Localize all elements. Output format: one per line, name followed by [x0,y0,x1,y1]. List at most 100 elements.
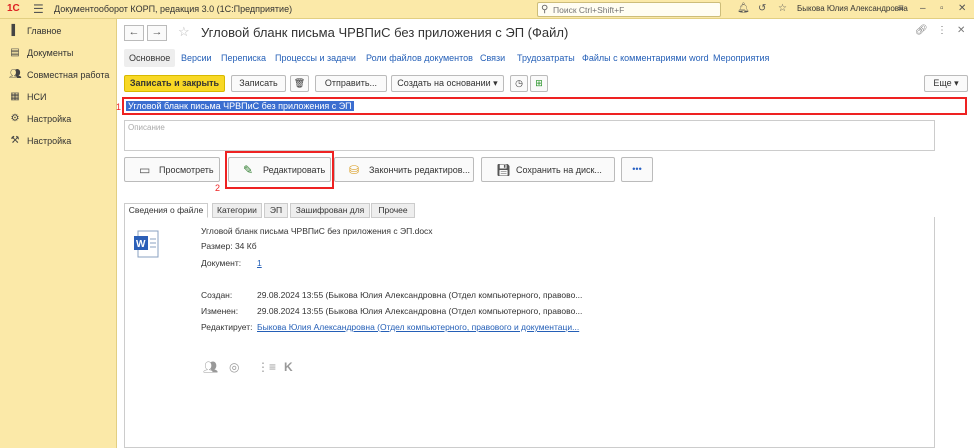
sidebar-item-label: Совместная работа [27,70,110,80]
send-button[interactable]: Отправить... [315,75,387,92]
tab-versions[interactable]: Версии [181,49,212,67]
tab-processes[interactable]: Процессы и задачи [275,49,356,67]
favorite-star-icon[interactable]: ☆ [178,24,190,40]
app-title: Документооборот КОРП, редакция 3.0 (1С:П… [54,4,293,14]
save-button[interactable]: Записать [231,75,286,92]
k-icon[interactable]: K [284,360,293,374]
menu-icon[interactable]: ☰ [33,2,44,16]
created-value: 29.08.2024 13:55 (Быкова Юлия Александро… [257,290,583,300]
create-based-label: Создать на основании [397,78,491,88]
view-label: Просмотреть [159,165,214,175]
search-input[interactable] [553,4,718,15]
bell-icon[interactable]: 🔔︎ [737,3,750,14]
tab-file-roles[interactable]: Роли файлов документов [366,49,473,67]
comment-icon[interactable]: ◎ [229,360,239,374]
main-area: ← → ☆ Угловой бланк письма ЧРВПиС без пр… [116,19,974,448]
created-label: Создан: [201,290,233,300]
editing-user-link[interactable]: Быкова Юлия Александровна (Отдел компьют… [257,322,579,332]
changed-label: Изменен: [201,306,239,316]
page-title: Угловой бланк письма ЧРВПиС без приложен… [201,25,569,40]
sidebar-item-main[interactable]: ▌ Главное [0,23,117,41]
delete-icon[interactable]: 🗑︎ [290,75,309,92]
add-icon[interactable]: ⊞ [530,75,548,92]
finish-edit-button[interactable]: ⛁ Закончить редактиров... [334,157,474,182]
more-label: Еще [933,78,952,88]
tab-encrypted[interactable]: Зашифрован для [290,203,370,218]
marker-1: 1 [116,102,122,112]
tab-file-info[interactable]: Сведения о файле [124,203,208,218]
finish-edit-icon: ⛁ [349,163,360,177]
file-size: Размер: 34 Кб [201,241,257,251]
users-icon[interactable]: 👥︎ [203,360,218,374]
settings2-icon: ⚒ [10,135,20,146]
tab-signature[interactable]: ЭП [264,203,288,218]
name-value: Угловой бланк письма ЧРВПиС без приложен… [126,101,354,111]
app-logo: 1С [7,3,20,14]
maximize-icon[interactable]: ▫ [940,3,944,14]
sidebar-item-label: Документы [27,48,74,58]
link-icon[interactable]: 🔗︎ [915,25,928,36]
edit-label: Редактировать [263,165,326,175]
sidebar-item-nsi[interactable]: ▦ НСИ [0,89,117,107]
more-vert-icon[interactable]: ⋮ [937,25,947,36]
tab-categories[interactable]: Категории [212,203,262,218]
sidebar: ▌ Главное ▤ Документы 👥︎ Совместная рабо… [0,19,117,448]
user-name[interactable]: Быкова Юлия Александровна [797,4,908,13]
changed-value: 29.08.2024 13:55 (Быкова Юлия Александро… [257,306,583,316]
tab-other[interactable]: Прочее [371,203,415,218]
title-bar: 1С ☰ Документооборот КОРП, редакция 3.0 … [0,0,974,19]
sidebar-item-label: Настройка [27,114,72,124]
document-label: Документ: [201,258,242,268]
document-view-icon: ▭ [139,163,151,177]
create-based-button[interactable]: Создать на основании ▾ [391,75,504,92]
documents-icon: ▤ [10,47,20,58]
favorites-icon[interactable]: ☆ [778,3,787,14]
reference-icon: ▦ [10,91,20,102]
view-button[interactable]: ▭ Просмотреть [124,157,220,182]
clock-icon[interactable]: ◷ [510,75,528,92]
document-link[interactable]: 1 [257,258,262,268]
search-icon: ⚲ [541,4,549,15]
tree-icon[interactable]: ⋮≡ [257,360,276,374]
file-info-panel [124,217,935,448]
floppy-icon: 💾︎ [496,163,512,177]
close-icon[interactable]: ✕ [958,3,966,14]
close-form-icon[interactable]: ✕ [957,25,965,36]
svg-text:W: W [136,239,146,250]
settings-icon: ⚙ [10,113,20,124]
tab-main[interactable]: Основное [124,49,176,67]
description-field[interactable]: Описание [124,120,935,151]
sidebar-item-settings[interactable]: ⚙ Настройка [0,111,117,129]
sidebar-item-settings-2[interactable]: ⚒ Настройка [0,133,117,151]
sidebar-item-label: НСИ [27,92,47,102]
tab-correspondence[interactable]: Переписка [221,49,266,67]
save-disk-button[interactable]: 💾︎ Сохранить на диск... [481,157,615,182]
sidebar-item-documents[interactable]: ▤ Документы [0,45,117,63]
tab-links[interactable]: Связи [480,49,505,67]
edit-button[interactable]: ✎ Редактировать [228,157,331,182]
history-icon[interactable]: ↺ [758,3,766,14]
sidebar-item-label: Настройка [27,136,72,146]
marker-2: 2 [215,183,221,193]
minimize-icon[interactable]: – [920,3,926,14]
save-disk-label: Сохранить на диск... [516,165,602,175]
more-actions-button[interactable]: ••• [621,157,653,182]
settings-icon[interactable]: ≡ [898,3,904,14]
more-button[interactable]: Еще ▾ [924,75,968,92]
finish-edit-label: Закончить редактиров... [369,165,471,175]
home-icon: ▌ [11,25,19,36]
back-button[interactable]: ← [124,25,144,41]
name-field[interactable]: Угловой бланк письма ЧРВПиС без приложен… [122,97,967,115]
pencil-icon: ✎ [243,163,254,177]
team-icon: 👥︎ [9,69,22,80]
global-search[interactable]: ⚲ [537,2,721,17]
tab-labor[interactable]: Трудозатраты [517,49,575,67]
file-name: Угловой бланк письма ЧРВПиС без приложен… [201,226,433,236]
editing-label: Редактирует: [201,322,253,332]
save-close-button[interactable]: Записать и закрыть [124,75,225,92]
word-file-icon: W [134,230,159,258]
forward-button[interactable]: → [147,25,167,41]
tab-events[interactable]: Мероприятия [713,49,769,67]
sidebar-item-collaboration[interactable]: 👥︎ Совместная работа [0,67,117,85]
tab-word-comments[interactable]: Файлы с комментариями word [582,49,709,67]
